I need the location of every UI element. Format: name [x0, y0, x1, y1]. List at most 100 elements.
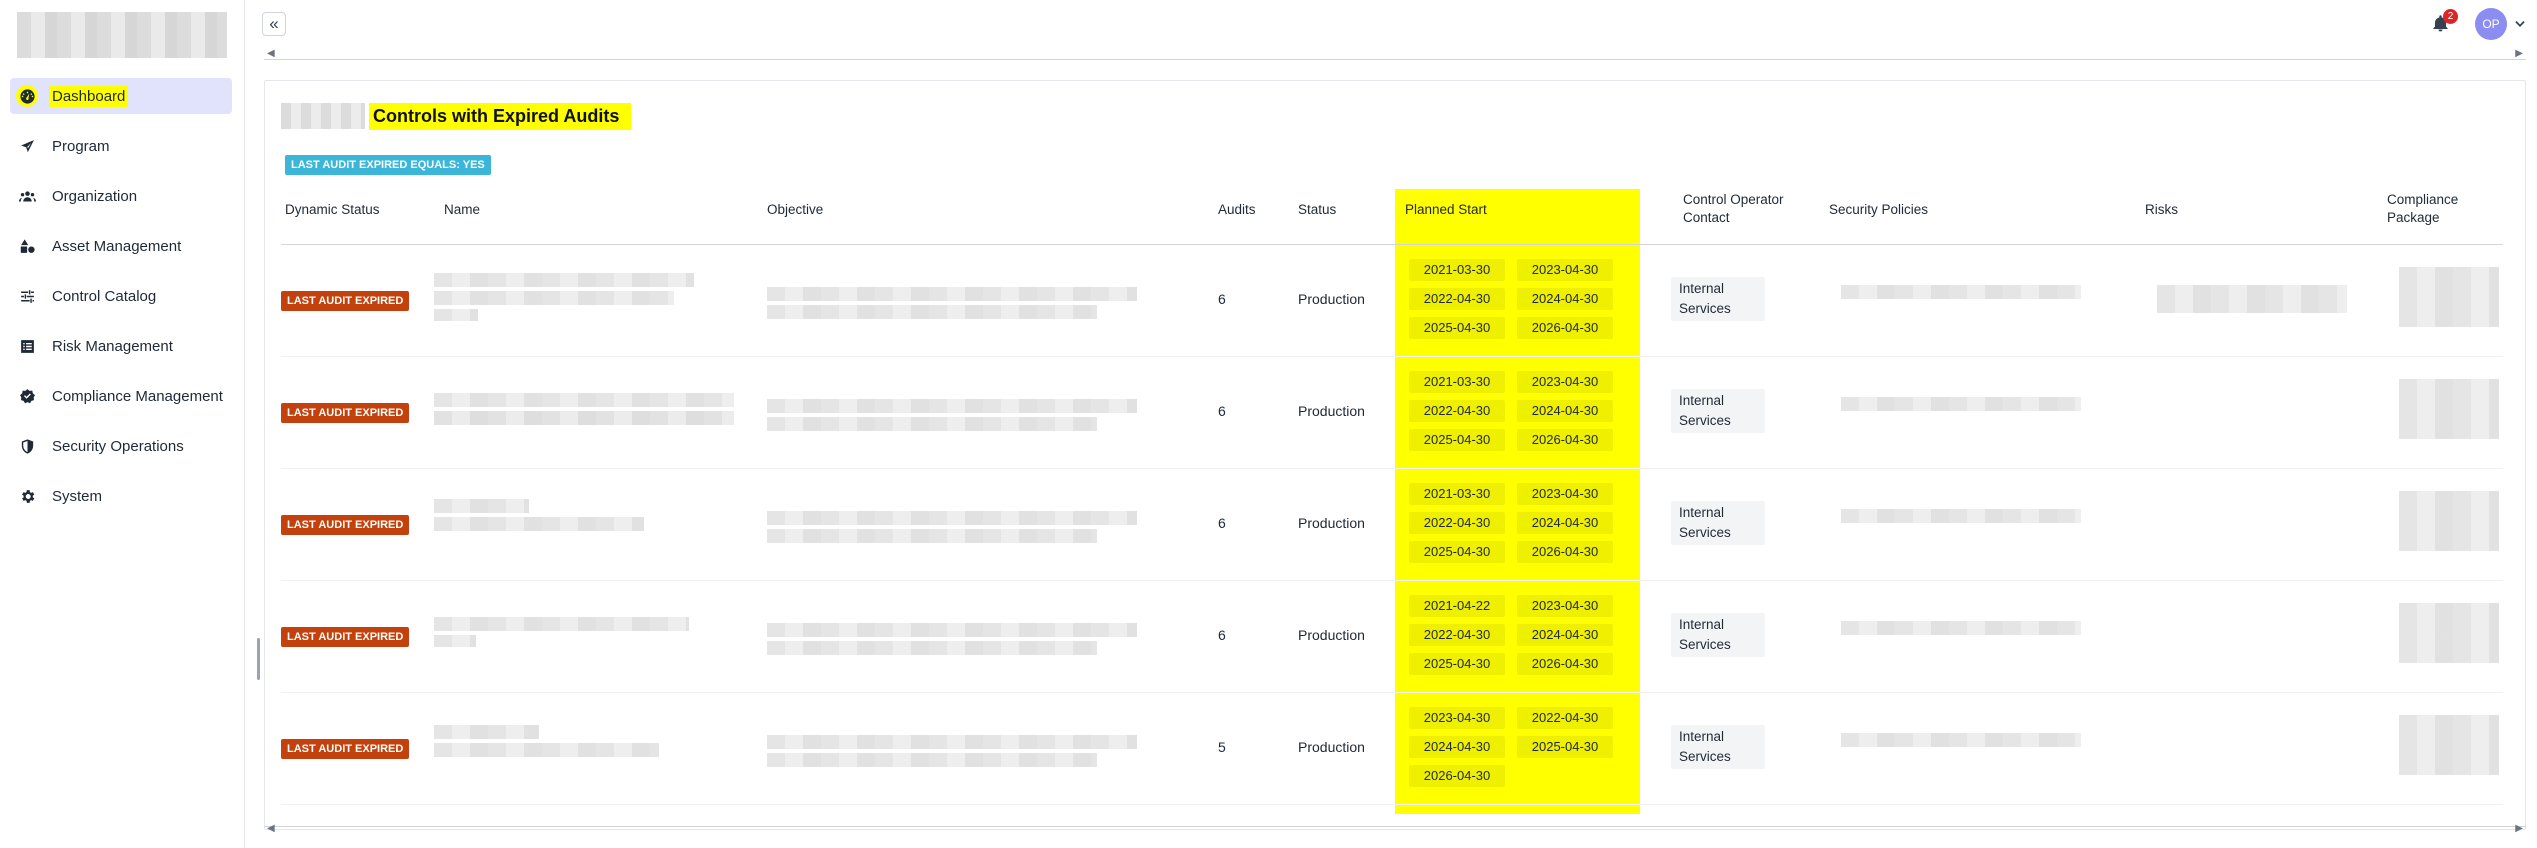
planned-start-date-chip[interactable]: 2021-04-22	[1409, 595, 1505, 617]
column-header-audits[interactable]: Audits	[1218, 201, 1256, 219]
redacted-objective	[767, 399, 1137, 413]
planned-start-date-chip[interactable]: 2025-04-30	[1409, 429, 1505, 451]
planned-start-date-chip[interactable]: 2023-04-30	[1517, 595, 1613, 617]
planned-start-date-chip[interactable]: 2022-04-30	[1517, 707, 1613, 729]
scroll-left-icon[interactable]: ◀	[267, 823, 275, 834]
planned-start-date-chip[interactable]: 2026-04-30	[1517, 317, 1613, 339]
sidebar-item-program[interactable]: Program	[10, 128, 232, 164]
redacted-objective	[767, 623, 1137, 637]
planned-start-date-chip[interactable]: 2023-04-30	[1517, 483, 1613, 505]
planned-start-date-chip[interactable]: 2024-04-30	[1517, 624, 1613, 646]
audits-count: 6	[1218, 515, 1226, 531]
redacted-name	[434, 635, 476, 647]
column-header-objective[interactable]: Objective	[767, 201, 823, 219]
planned-start-date-chip[interactable]: 2022-04-30	[1409, 512, 1505, 534]
planned-start-date-chip[interactable]: 2025-04-30	[1517, 736, 1613, 758]
contact-line: Services	[1679, 413, 1731, 428]
sidebar-item-risk-management[interactable]: Risk Management	[10, 328, 232, 364]
planned-start-date-chip[interactable]: 2026-04-30	[1409, 765, 1505, 787]
audits-count: 6	[1218, 403, 1226, 419]
column-header-compliance-package[interactable]: Compliance Package	[2387, 191, 2458, 227]
dynamic-status-badge: LAST AUDIT EXPIRED	[281, 403, 410, 423]
redacted-risks	[2157, 285, 2347, 313]
column-header-control-operator[interactable]: Control Operator Contact	[1683, 191, 1784, 227]
scroll-right-icon[interactable]: ▶	[2515, 823, 2523, 834]
sliders-icon	[16, 285, 38, 307]
column-header-dynamic-status[interactable]: Dynamic Status	[285, 201, 380, 219]
notification-count-badge: 2	[2443, 9, 2458, 24]
sidebar-item-label: Dashboard	[49, 85, 129, 107]
planned-start-date-chip[interactable]: 2021-03-30	[1409, 371, 1505, 393]
planned-start-date-chip[interactable]: 2022-04-30	[1409, 400, 1505, 422]
redacted-compliance-package	[2399, 379, 2499, 439]
planned-start-date-chip[interactable]: 2023-04-30	[1409, 707, 1505, 729]
planned-start-date-chip[interactable]: 2025-04-30	[1409, 653, 1505, 675]
chevron-down-icon[interactable]	[2513, 17, 2527, 31]
notifications-button[interactable]: 2	[2431, 9, 2458, 36]
sidebar-item-dashboard[interactable]: Dashboard	[10, 78, 232, 114]
control-operator-contact[interactable]: Internal Services	[1671, 501, 1765, 545]
planned-start-date-chip[interactable]: 2024-04-30	[1517, 400, 1613, 422]
collapse-sidebar-button[interactable]: «	[262, 12, 286, 36]
planned-start-date-chip[interactable]: 2024-04-30	[1517, 288, 1613, 310]
sidebar-resize-handle[interactable]	[257, 638, 260, 680]
control-operator-contact[interactable]: Internal Services	[1671, 277, 1765, 321]
table-row[interactable]: LAST AUDIT EXPIRED 5 Production 2023-04-30 2…	[281, 693, 2503, 805]
app-logo[interactable]	[17, 12, 227, 58]
sidebar-item-control-catalog[interactable]: Control Catalog	[10, 278, 232, 314]
scroll-right-icon[interactable]: ▶	[2515, 48, 2523, 59]
users-icon	[16, 185, 38, 207]
redacted-objective	[767, 529, 1097, 543]
planned-start-date-chip[interactable]: 2021-03-30	[1409, 259, 1505, 281]
column-header-status[interactable]: Status	[1298, 201, 1336, 219]
planned-start-date-chip[interactable]: 2024-04-30	[1409, 736, 1505, 758]
sidebar-item-label: Security Operations	[52, 437, 184, 455]
column-header-security-policies[interactable]: Security Policies	[1829, 201, 1928, 219]
planned-start-date-chip[interactable]: 2023-04-30	[1517, 259, 1613, 281]
sidebar-item-security-operations[interactable]: Security Operations	[10, 428, 232, 464]
planned-start-date-chip[interactable]: 2022-04-30	[1409, 624, 1505, 646]
column-header-name[interactable]: Name	[444, 201, 480, 219]
planned-start-date-chip[interactable]: 2026-04-30	[1517, 429, 1613, 451]
planned-start-date-chip[interactable]: 2026-04-30	[1517, 541, 1613, 563]
sidebar-item-label: Compliance Management	[52, 387, 223, 405]
audits-count: 6	[1218, 627, 1226, 643]
header-line: Control Operator	[1683, 192, 1784, 207]
sidebar-item-organization[interactable]: Organization	[10, 178, 232, 214]
gear-icon	[16, 485, 38, 507]
redacted-objective	[767, 735, 1137, 749]
column-header-risks[interactable]: Risks	[2145, 201, 2178, 219]
planned-start-date-chip[interactable]: 2025-04-30	[1409, 317, 1505, 339]
planned-start-date-chip[interactable]: 2023-04-30	[1517, 371, 1613, 393]
shapes-icon	[16, 235, 38, 257]
filter-chip[interactable]: LAST AUDIT EXPIRED EQUALS: YES	[285, 155, 491, 175]
sidebar-item-compliance-management[interactable]: Compliance Management	[10, 378, 232, 414]
control-operator-contact[interactable]: Internal Services	[1671, 725, 1765, 769]
control-operator-contact[interactable]: Internal Services	[1671, 613, 1765, 657]
sidebar-nav: Dashboard Program Organization Asset Man…	[10, 78, 232, 528]
horizontal-scrollbar-top[interactable]: ◀ ▶	[264, 48, 2526, 60]
planned-start-date-chip[interactable]: 2021-03-30	[1409, 483, 1505, 505]
column-header-planned-start[interactable]: Planned Start	[1405, 201, 1487, 219]
table-row[interactable]: LAST AUDIT EXPIRED 6 Production 2021-03-30 2…	[281, 469, 2503, 581]
redacted-name	[434, 725, 539, 739]
dynamic-status-badge: LAST AUDIT EXPIRED	[281, 291, 410, 311]
table-row[interactable]: LAST AUDIT EXPIRED 6 Production 2021-03-30 2…	[281, 357, 2503, 469]
redacted-compliance-package	[2399, 715, 2499, 775]
control-operator-contact[interactable]: Internal Services	[1671, 389, 1765, 433]
sidebar-item-system[interactable]: System	[10, 478, 232, 514]
user-avatar[interactable]: OP	[2475, 8, 2507, 40]
planned-start-date-chip[interactable]: 2022-04-30	[1409, 288, 1505, 310]
horizontal-scrollbar-bottom[interactable]: ◀ ▶	[264, 823, 2526, 836]
sidebar-item-asset-management[interactable]: Asset Management	[10, 228, 232, 264]
header-line: Contact	[1683, 210, 1730, 225]
planned-start-date-chip[interactable]: 2025-04-30	[1409, 541, 1505, 563]
planned-start-date-chip[interactable]: 2024-04-30	[1517, 512, 1613, 534]
table-row[interactable]: LAST AUDIT EXPIRED 6 Production 2021-04-22 2…	[281, 581, 2503, 693]
scroll-left-icon[interactable]: ◀	[267, 48, 275, 59]
planned-start-date-chip[interactable]: 2026-04-30	[1517, 653, 1613, 675]
contact-line: Internal	[1679, 505, 1725, 520]
redacted-name	[434, 499, 529, 513]
table-row[interactable]: LAST AUDIT EXPIRED 6 Production 2021-03-30 2…	[281, 245, 2503, 357]
redacted-objective	[767, 641, 1097, 655]
